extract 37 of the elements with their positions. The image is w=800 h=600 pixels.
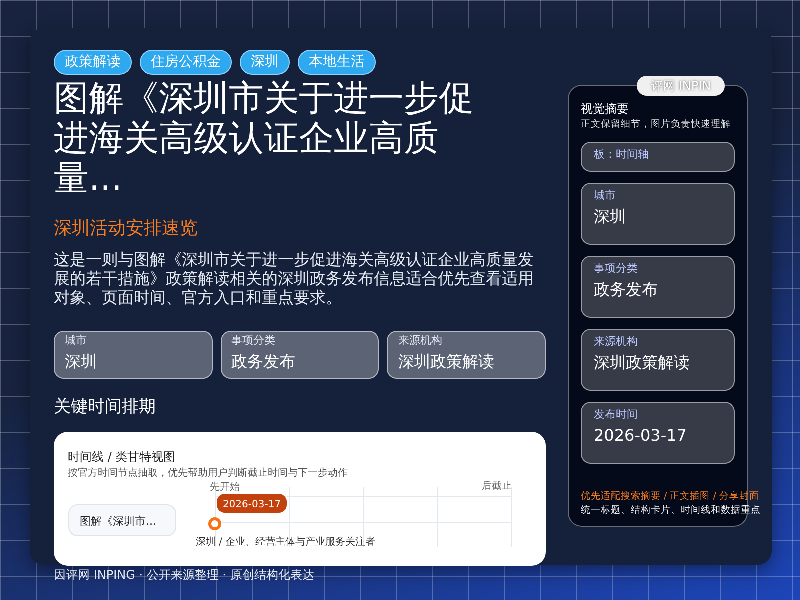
headline: 图解《深圳市关于进一步促进海关高级认证企业高质量... (54, 79, 475, 199)
panel-note: 统一标题、结构卡片、时间线和数据重点 (581, 504, 761, 518)
end-label: 后截止 (482, 481, 512, 492)
panel-title: 视觉摘要 (581, 101, 630, 118)
milestone-dot (208, 518, 222, 530)
timeline-subtitle: 按官方时间节点抽取，优先帮助用户判断截止时间与下一步动作 (68, 466, 349, 481)
summary-value: 2026-03-17 (594, 424, 688, 447)
tag[interactable]: 住房公积金 (140, 50, 232, 75)
summary-value: 深圳政策解读 (594, 352, 691, 374)
fact-label: 事项分类 (232, 333, 277, 349)
summary-value: 深圳 (594, 206, 627, 228)
timeline-title: 时间线 / 类甘特视图 (68, 449, 177, 466)
date-pill: 2026-03-17 (217, 494, 287, 513)
tag[interactable]: 深圳 (240, 50, 290, 75)
template-label: 板：时间轴 (594, 147, 650, 164)
highlight-text: 优先适配搜索摘要 / 正文插图 / 分享封面 (581, 490, 760, 504)
description: 这是一则与图解《深圳市关于进一步促进海关高级认证企业高质量发展的若干措施》政策解读相关的深圳政务发布信息适合优先查看适用对象、页面时间、官方入口和重点要求。 (54, 250, 535, 307)
tag[interactable]: 政策解读 (54, 50, 132, 75)
fact-value: 政务发布 (232, 350, 297, 372)
panel-subtitle: 正文保留细节，图片负责快速理解 (581, 118, 732, 132)
tag[interactable]: 本地生活 (298, 50, 376, 75)
summary-value: 政务发布 (594, 278, 659, 301)
summary-label: 事项分类 (594, 261, 639, 278)
fact-value: 深圳 (65, 350, 98, 372)
start-label: 先开始 (210, 482, 240, 493)
fact-label: 来源机构 (398, 333, 444, 349)
summary-label: 来源机构 (594, 334, 639, 350)
timeline-note: 深圳 / 企业、经营主体与产业服务关注者 (196, 537, 376, 548)
row-label: 图解《深圳市... (68, 504, 176, 536)
fact-label: 城市 (65, 333, 88, 349)
brand-badge: 评网 INPIN (637, 76, 726, 96)
subtitle: 深圳活动安排速览 (54, 217, 199, 241)
footer-text: 因评网 INPING · 公开来源整理 · 原创结构化表达 (54, 567, 316, 584)
section-title: 关键时间排期 (54, 396, 157, 418)
summary-label: 城市 (594, 188, 617, 204)
fact-value: 深圳政策解读 (398, 350, 496, 372)
summary-label: 发布时间 (594, 407, 639, 424)
